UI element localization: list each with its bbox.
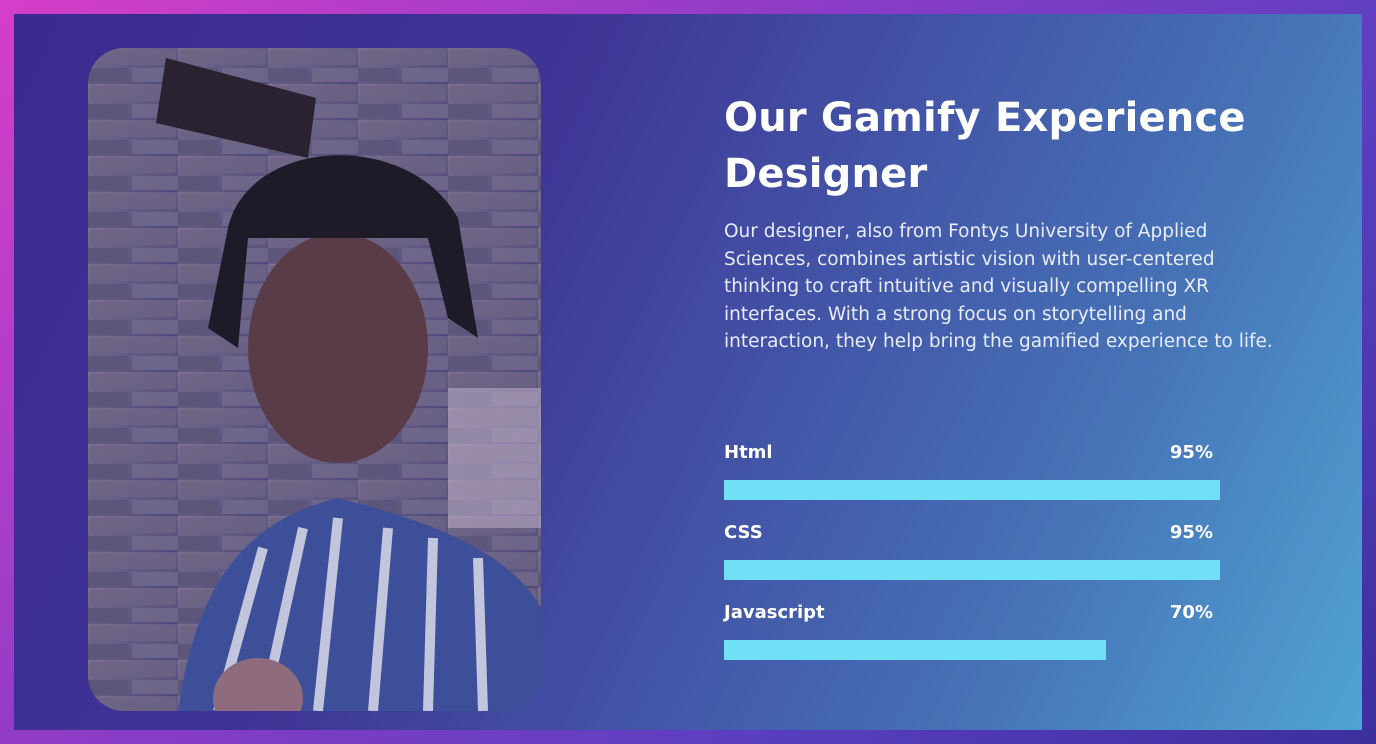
skill-percent: 95% [1169,442,1213,463]
skill-item-javascript: Javascript 70% [724,602,1220,682]
skill-name: Javascript [724,602,825,623]
skill-percent: 70% [1169,602,1213,623]
skill-progress-fill [724,560,1220,580]
section-title: Our Gamify Experience Designer [724,95,1246,197]
section-description: Our designer, also from Fontys Universit… [724,221,1273,352]
skill-percent: 95% [1169,522,1213,543]
skill-item-css: CSS 95% [724,522,1220,602]
skill-progress-fill [724,480,1220,500]
skill-progress-bar [724,560,1220,580]
skill-progress-bar [724,640,1220,660]
skill-progress-bar [724,480,1220,500]
skill-name: CSS [724,522,763,543]
designer-section: Our Gamify Experience Designer Our desig… [14,14,1362,730]
skill-name: Html [724,442,773,463]
designer-info: Our Gamify Experience Designer Our desig… [724,90,1284,356]
skill-item-html: Html 95% [724,442,1220,522]
skills-list: Html 95% CSS 95% Javascript 70% [724,442,1220,682]
skill-progress-fill [724,640,1106,660]
designer-photo [88,48,541,711]
